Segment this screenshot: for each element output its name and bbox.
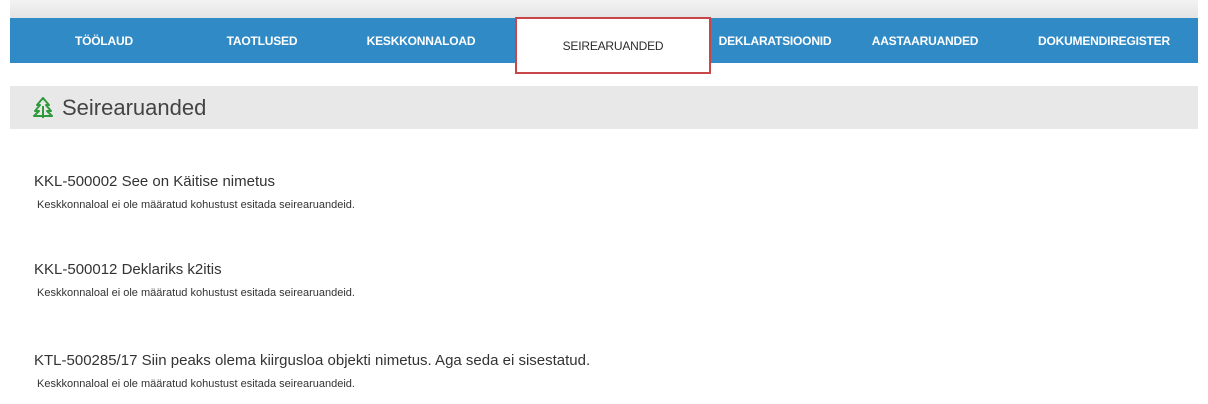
entry-title[interactable]: KKL-500002 See on Käitise nimetus	[34, 173, 355, 190]
entry-title[interactable]: KTL-500285/17 Siin peaks olema kiirguslo…	[34, 352, 590, 369]
top-strip	[10, 0, 1198, 18]
main-navigation: TÖÖLAUD TAOTLUSED KESKKONNALOAD SEIREARU…	[10, 17, 1198, 74]
list-item: KKL-500002 See on Käitise nimetus Keskko…	[34, 173, 355, 211]
nav-item-toolaud[interactable]: TÖÖLAUD	[10, 18, 198, 63]
entry-title[interactable]: KKL-500012 Deklariks k2itis	[34, 261, 355, 278]
nav-item-seirearuanded[interactable]: SEIREARUANDED	[515, 17, 711, 74]
nav-item-deklaratsioonid[interactable]: DEKLARATSIOONID	[710, 18, 840, 63]
entry-note: Keskkonnaloal ei ole määratud kohustust …	[37, 287, 355, 299]
nav-item-dokumendiregister[interactable]: DOKUMENDIREGISTER	[1010, 18, 1198, 63]
nav-item-taotlused[interactable]: TAOTLUSED	[198, 18, 326, 63]
page-header: Seirearuanded	[10, 86, 1198, 129]
tree-icon	[33, 96, 53, 118]
nav-item-keskkonnaload[interactable]: KESKKONNALOAD	[326, 18, 516, 63]
page-title: Seirearuanded	[62, 94, 207, 120]
list-item: KKL-500012 Deklariks k2itis Keskkonnaloa…	[34, 261, 355, 299]
entry-note: Keskkonnaloal ei ole määratud kohustust …	[37, 378, 355, 390]
nav-item-aastaaruanded[interactable]: AASTAARUANDED	[840, 18, 1010, 63]
entry-note: Keskkonnaloal ei ole määratud kohustust …	[37, 199, 355, 211]
list-item: KTL-500285/17 Siin peaks olema kiirguslo…	[34, 352, 590, 390]
